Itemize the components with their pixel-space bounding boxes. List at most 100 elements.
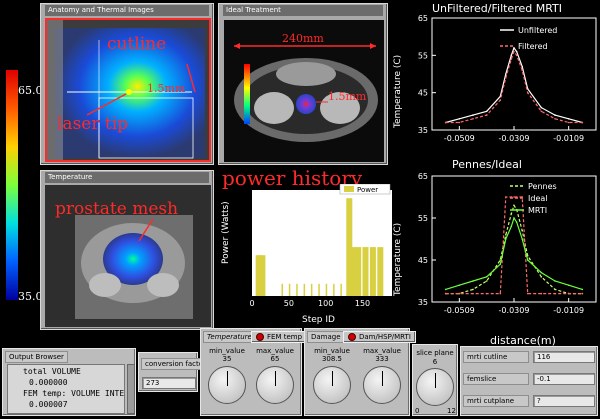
laser-tip-annotation: laser tip [57, 114, 129, 134]
damage-min-dial[interactable] [313, 366, 351, 404]
unfiltered-point-unfiltered-5 [505, 73, 507, 75]
damage-max-label: max_value [363, 347, 401, 355]
unfiltered-plot-area [431, 17, 597, 131]
output-line-1: total VOLUME [23, 367, 81, 376]
conversion-input[interactable]: 273 [142, 377, 196, 389]
pennes-point-mrti-2 [472, 280, 474, 282]
unfiltered-point-filtered-9 [521, 69, 523, 72]
pennes-point-mrti-0 [444, 288, 447, 291]
pennes-point-mrti-14 [581, 288, 584, 291]
unfiltered-xtick-0: -0.0509 [444, 134, 475, 143]
pennes-point-mrti-6 [510, 225, 513, 228]
slice-plane-label: slice plane [416, 349, 454, 357]
unfiltered-point-unfiltered-12 [554, 114, 556, 116]
temperature-panel: Temperature prostate mesh [40, 170, 214, 330]
slice-plane-min: 0 [415, 407, 420, 415]
slice-plane-max: 12 [447, 407, 456, 415]
temperature-panel-title: Temperature [45, 172, 209, 183]
power-xtick-1: 50 [284, 299, 294, 308]
power-bar-7 [318, 283, 320, 296]
pennes-ylabel: Temperature (C) [393, 223, 403, 297]
output-browser-text[interactable]: total VOLUME 0.000000 FEM temp: VOLUME I… [7, 364, 125, 414]
temperature-group-title: Temperature [203, 331, 256, 343]
pennes-point-ideal-0 [444, 292, 447, 295]
power-xtick-3: 150 [355, 299, 370, 308]
temp-min-dial[interactable] [208, 366, 246, 404]
slice-plane-widget: slice plane 6 0 12 [412, 344, 458, 416]
pennes-point-ideal-2 [472, 292, 474, 295]
temperature-image[interactable]: prostate mesh [45, 185, 211, 327]
damage-max-dial[interactable] [363, 366, 401, 404]
temperature-range-group: Temperature FEM temp min_value 35 max_va… [200, 328, 308, 416]
power-bar-1 [259, 255, 266, 296]
pennes-point-ideal-7 [513, 196, 515, 198]
damage-max-dial-group: max_value 333 [361, 347, 403, 404]
damage-range-group: Damage Dam/HSP/MRTI min_value 308.5 max_… [304, 328, 416, 416]
pennes-chart: Pennes/Ideal 65 55 45 35 -0.0509 -0.0309 -0.0… [393, 158, 597, 347]
power-chart: Power Power (Watts) 0 50 100 150 Step ID [221, 184, 392, 325]
pennes-point-mrti-12 [554, 280, 556, 282]
output-browser: Output Browser total VOLUME 0.000000 FEM… [2, 348, 136, 416]
power-xlabel: Step ID [302, 315, 335, 325]
pennes-point-pennes-3 [485, 280, 488, 282]
pennes-point-mrti-10 [526, 259, 529, 261]
temp-max-dial[interactable] [256, 366, 294, 404]
temp-min-label: min_value [209, 347, 245, 355]
unfiltered-ytick-2: 45 [418, 89, 428, 98]
power-xtick-2: 100 [318, 299, 333, 308]
legend-filtered: Filtered [518, 42, 548, 51]
pennes-point-mrti-4 [499, 263, 502, 265]
pennes-xtick-2: -0.0109 [553, 306, 584, 315]
power-bar-8 [325, 283, 328, 296]
output-browser-scrollbar[interactable] [127, 364, 135, 414]
power-legend-swatch [344, 186, 354, 192]
power-bar-4 [296, 283, 298, 296]
ideal-panel-title: Ideal Treatment [223, 5, 383, 16]
unfiltered-point-filtered-6 [510, 58, 513, 60]
unfiltered-point-filtered-7 [513, 50, 515, 53]
unfiltered-ytick-0: 65 [418, 14, 428, 23]
unfiltered-point-filtered-0 [444, 121, 447, 124]
unfiltered-point-filtered-5 [505, 76, 507, 79]
power-bar-9 [333, 283, 335, 296]
unfiltered-chart-title: UnFiltered/Filtered MRTI [432, 2, 562, 15]
legend-unfiltered: Unfiltered [518, 26, 557, 35]
ideal-image[interactable]: 240mm 1.5mm [224, 20, 384, 162]
femslice-input[interactable]: -0.1 [533, 373, 595, 385]
anatomy-panel: Anatomy and Thermal Images cutline 1.5mm… [40, 3, 214, 165]
power-bar-5 [303, 283, 306, 296]
unfiltered-point-filtered-13 [567, 121, 570, 124]
pennes-point-ideal-4 [499, 292, 502, 295]
power-bar-10 [340, 283, 342, 296]
pennes-point-pennes-11 [540, 276, 543, 278]
temp-max-dial-group: max_value 65 [255, 347, 295, 404]
temp-min-dial-group: min_value 35 [207, 347, 247, 404]
dam-led [348, 333, 356, 341]
pennes-point-mrti-3 [485, 276, 488, 278]
unfiltered-point-filtered-12 [554, 118, 556, 120]
pennes-point-pennes-5 [505, 234, 507, 236]
power-bar-16 [377, 247, 384, 296]
mrti-cutline-label: mrti cutline [463, 351, 529, 363]
anatomy-image[interactable]: cutline 1.5mm laser tip [45, 18, 211, 162]
pennes-ytick-3: 35 [418, 298, 428, 307]
pennes-xtick-1: -0.0309 [499, 306, 530, 315]
mrti-settings-group: mrti cutline 116 femslice -0.1 mrti cutp… [460, 346, 598, 416]
slice-plane-dial[interactable] [416, 368, 454, 406]
dam-hsp-mrti-button[interactable]: Dam/HSP/MRTI [343, 331, 416, 343]
femslice-label: femslice [463, 373, 529, 385]
pennes-point-pennes-2 [472, 288, 474, 291]
unfiltered-chart: UnFiltered/Filtered MRTI 65 55 45 35 -0.050… [393, 2, 597, 143]
mrti-cutplane-input[interactable]: ? [533, 395, 595, 407]
mrti-cutline-input[interactable]: 116 [533, 351, 595, 363]
pennes-point-pennes-7 [513, 204, 515, 207]
output-line-3: FEM temp: VOLUME INTE [23, 389, 125, 398]
power-bar-13 [355, 247, 362, 296]
fem-temp-button[interactable]: FEM temp [251, 331, 308, 343]
unfiltered-ytick-1: 55 [418, 51, 428, 60]
temperature-colorbar [6, 70, 18, 300]
temp-max-value: 65 [270, 355, 280, 363]
unfiltered-ytick-3: 35 [418, 126, 428, 135]
ideal-width-annotation: 240mm [282, 32, 324, 45]
unfiltered-point-filtered-1 [458, 121, 461, 124]
